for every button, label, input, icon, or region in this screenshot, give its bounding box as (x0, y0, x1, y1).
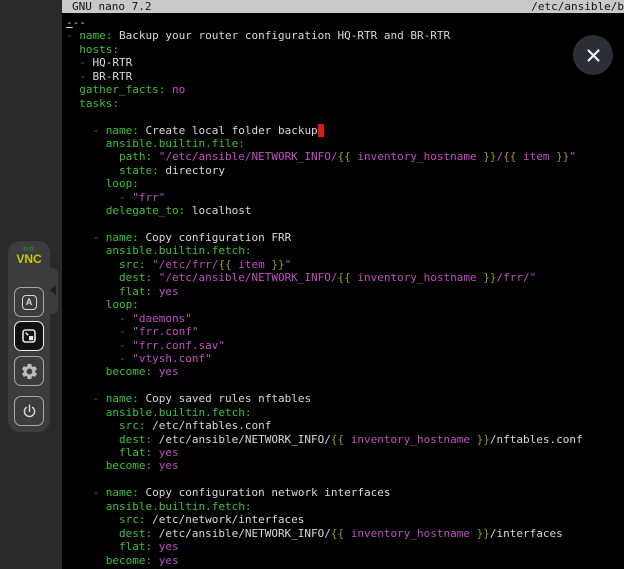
novnc-logo: no VNC (8, 245, 50, 265)
close-button[interactable] (573, 35, 613, 75)
code-line (66, 379, 624, 392)
disconnect-button[interactable] (14, 396, 44, 426)
code-line: ansible.builtin.fetch: (66, 406, 624, 419)
code-line (66, 110, 624, 123)
fullscreen-button[interactable] (14, 321, 44, 351)
code-line: src: "/etc/frr/{{ item }}" (66, 258, 624, 271)
code-line: - "daemons" (66, 312, 624, 325)
code-line: - "vtysh.conf" (66, 352, 624, 365)
code-line: path: "/etc/ansible/NETWORK_INFO/{{ inve… (66, 150, 624, 163)
code-line: - "frr.conf.sav" (66, 339, 624, 352)
code-line: flat: yes (66, 285, 624, 298)
vnc-sidebar: no VNC A (0, 0, 62, 569)
code-line (66, 218, 624, 231)
code-line: - name: Copy configuration FRR (66, 231, 624, 244)
code-line: become: yes (66, 365, 624, 378)
code-line: become: yes (66, 554, 624, 567)
code-line: dest: /etc/ansible/NETWORK_INFO/{{ inven… (66, 433, 624, 446)
power-icon (21, 403, 38, 420)
code-line: - "frr.conf" (66, 325, 624, 338)
code-line: - name: Copy saved rules nftables (66, 392, 624, 405)
novnc-logo-text-vnc: VNC (8, 253, 50, 265)
extra-keys-button[interactable]: A (14, 287, 44, 317)
code-line: src: /etc/network/interfaces (66, 513, 624, 526)
code-line: state: directory (66, 164, 624, 177)
code-line: loop: (66, 298, 624, 311)
code-line: become: yes (66, 459, 624, 472)
code-line: flat: yes (66, 446, 624, 459)
close-icon (586, 48, 601, 63)
code-line: tasks: (66, 97, 624, 110)
keyboard-key-icon: A (22, 295, 37, 310)
code-line: ansible.builtin.fetch: (66, 500, 624, 513)
nano-file-path: /etc/ansible/b (531, 0, 624, 13)
code-line: flat: yes (66, 540, 624, 553)
code-line: - name: Create local folder backup (66, 124, 624, 137)
code-line: - name: Backup your router configuration… (66, 29, 624, 42)
code-line: dest: /etc/ansible/NETWORK_INFO/{{ inven… (66, 527, 624, 540)
editor-content[interactable]: ---- name: Backup your router configurat… (66, 16, 624, 569)
terminal-window: GNU nano 7.2 /etc/ansible/b ---- name: B… (62, 0, 624, 569)
code-line: - "frr" (66, 191, 624, 204)
code-line: dest: "/etc/ansible/NETWORK_INFO/{{ inve… (66, 271, 624, 284)
gear-icon (20, 362, 39, 381)
collapse-arrow-icon (50, 285, 56, 295)
code-line: --- (66, 16, 624, 29)
code-line: gather_facts: no (66, 83, 624, 96)
fullscreen-icon (21, 328, 37, 344)
code-line: - BR-RTR (66, 70, 624, 83)
code-line: src: /etc/nftables.conf (66, 419, 624, 432)
nano-version-title: GNU nano 7.2 (72, 0, 151, 13)
code-line: - HQ-RTR (66, 56, 624, 69)
code-line: - name: Copy configuration network inter… (66, 486, 624, 499)
code-line (66, 473, 624, 486)
code-line: ansible.builtin.file: (66, 137, 624, 150)
code-line: hosts: (66, 43, 624, 56)
settings-button[interactable] (14, 356, 44, 386)
vnc-control-panel: no VNC A (8, 241, 50, 432)
nano-titlebar: GNU nano 7.2 /etc/ansible/b (62, 0, 624, 13)
vnc-panel-handle[interactable] (46, 268, 58, 314)
code-line: loop: (66, 177, 624, 190)
code-line: delegate_to: localhost (66, 204, 624, 217)
code-line: ansible.builtin.fetch: (66, 244, 624, 257)
